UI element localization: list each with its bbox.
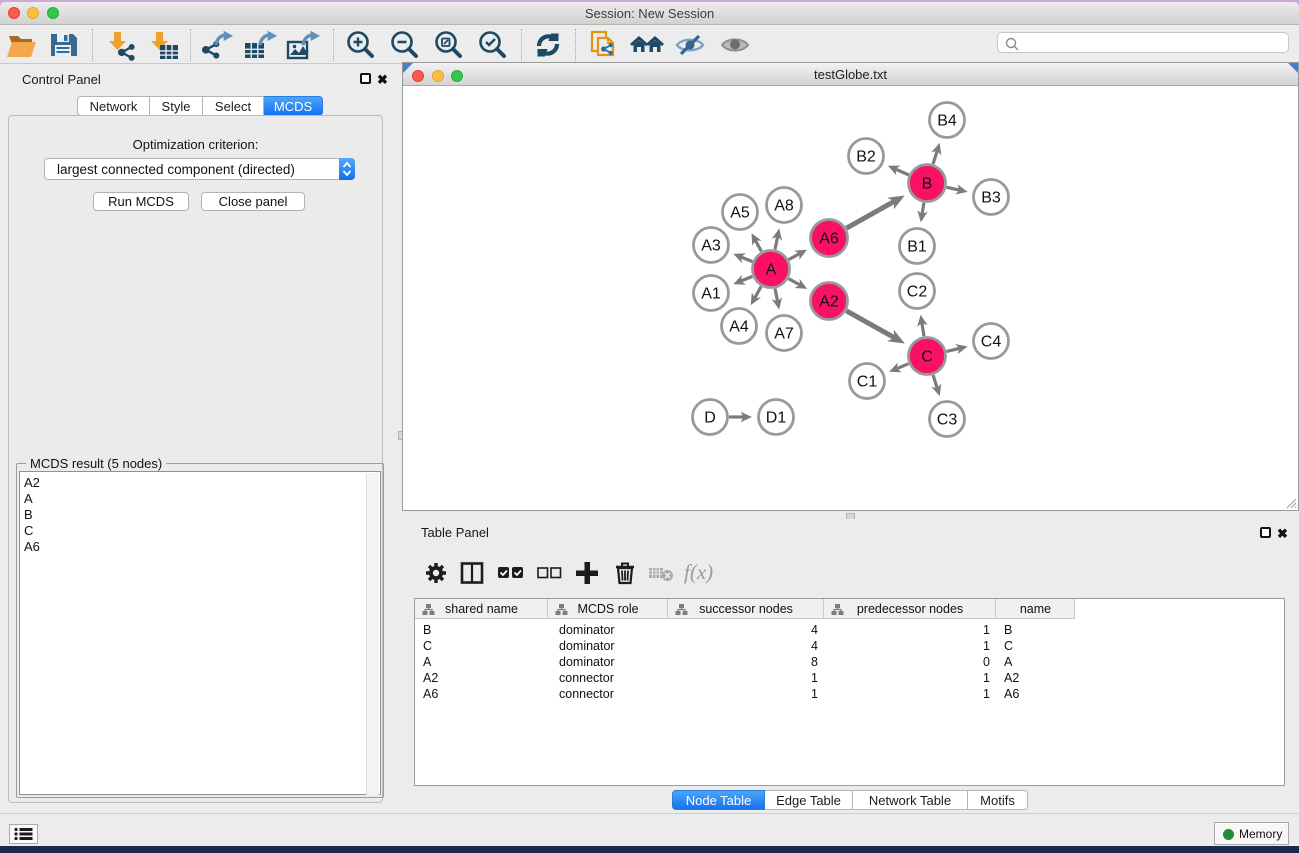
svg-text:A6: A6 [819,231,839,248]
svg-text:D1: D1 [766,410,787,427]
svg-text:A2: A2 [819,294,839,311]
svg-text:B1: B1 [907,239,927,256]
svg-text:C1: C1 [857,374,878,391]
svg-text:C3: C3 [937,412,958,429]
svg-text:A4: A4 [729,319,749,336]
svg-text:C: C [921,349,933,366]
svg-text:C4: C4 [981,334,1002,351]
svg-text:B2: B2 [856,149,876,166]
svg-text:A: A [766,262,777,279]
svg-text:B4: B4 [937,113,957,130]
svg-text:A1: A1 [701,286,721,303]
svg-text:A8: A8 [774,198,794,215]
svg-text:A5: A5 [730,205,750,222]
svg-text:A3: A3 [701,238,721,255]
svg-text:D: D [704,410,716,427]
svg-text:A7: A7 [774,326,794,343]
svg-text:B3: B3 [981,190,1001,207]
svg-text:B: B [922,176,933,193]
svg-text:C2: C2 [907,284,928,301]
